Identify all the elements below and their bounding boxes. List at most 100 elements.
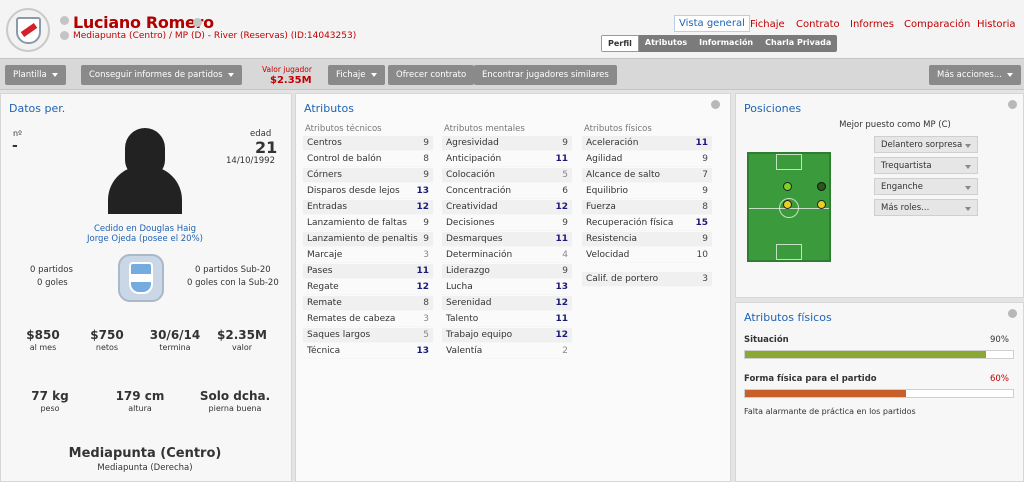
match-practice-note: Falta alarmante de práctica en los parti…: [744, 407, 916, 416]
attribute-row[interactable]: Recuperación física 15: [582, 216, 712, 231]
attribute-row[interactable]: Técnica 13: [303, 344, 433, 359]
preferred-foot-label: pierna buena: [208, 404, 262, 413]
attribute-row[interactable]: Remates de cabeza 3: [303, 312, 433, 327]
attribute-row[interactable]: Regate 12: [303, 280, 433, 295]
attribute-name: Resistencia: [586, 234, 637, 244]
attribute-row[interactable]: Córners 9: [303, 168, 433, 183]
status-dot-icon: [60, 16, 69, 25]
wage-label: al mes: [29, 343, 57, 352]
attribute-value: 3: [423, 250, 429, 260]
attribute-row[interactable]: Creatividad 12: [442, 200, 572, 215]
attribute-row[interactable]: Remate 8: [303, 296, 433, 311]
attribute-row[interactable]: Agilidad 9: [582, 152, 712, 167]
attribute-value: 9: [423, 170, 429, 180]
tecnicos-heading: Atributos técnicos: [305, 124, 382, 134]
role-label: Delantero sorpresa: [881, 140, 963, 150]
attribute-value: 4: [562, 250, 568, 260]
plantilla-label: Plantilla: [13, 70, 47, 80]
attribute-name: Alcance de salto: [586, 170, 661, 180]
attribute-row[interactable]: Decisiones 9: [442, 216, 572, 231]
attribute-row[interactable]: Determinación 4: [442, 248, 572, 263]
attribute-row[interactable]: Lucha 13: [442, 280, 572, 295]
attribute-value: 11: [555, 314, 568, 324]
subtab-informacion[interactable]: Información: [693, 35, 759, 52]
subtab-atributos[interactable]: Atributos: [639, 35, 693, 52]
attribute-name: Calif. de portero: [586, 274, 659, 284]
contract-end-value: 30/6/14: [149, 328, 201, 342]
subtab-perfil[interactable]: Perfil: [601, 35, 639, 52]
attribute-row[interactable]: Aceleración 11: [582, 136, 712, 151]
fichaje-button[interactable]: Fichaje: [328, 65, 385, 85]
attribute-row[interactable]: Resistencia 9: [582, 232, 712, 247]
ofrecer-contrato-button[interactable]: Ofrecer contrato: [388, 65, 475, 85]
attribute-row[interactable]: Equilibrio 9: [582, 184, 712, 199]
attribute-value: 8: [423, 154, 429, 164]
attribute-value: 9: [562, 138, 568, 148]
mas-acciones-label: Más acciones...: [937, 70, 1002, 80]
contract-end-label: termina: [159, 343, 191, 352]
tab-vista-general[interactable]: Vista general: [674, 15, 750, 32]
role-label: Trequartista: [881, 161, 932, 171]
attribute-row[interactable]: Agresividad 9: [442, 136, 572, 151]
role-enganche[interactable]: Enganche: [874, 178, 978, 195]
mas-acciones-button[interactable]: Más acciones...: [929, 65, 1021, 85]
attribute-name: Serenidad: [446, 298, 492, 308]
conseguir-informes-button[interactable]: Conseguir informes de partidos: [81, 65, 242, 85]
role-trequartista[interactable]: Trequartista: [874, 157, 978, 174]
role-delantero-sorpresa[interactable]: Delantero sorpresa: [874, 136, 978, 153]
attribute-row[interactable]: Entradas 12: [303, 200, 433, 215]
attribute-row[interactable]: Centros 9: [303, 136, 433, 151]
collapse-icon[interactable]: [711, 100, 720, 109]
forma-bar-fill: [745, 390, 906, 397]
attribute-row[interactable]: Marcaje 3: [303, 248, 433, 263]
attribute-row[interactable]: Lanzamiento de faltas 9: [303, 216, 433, 231]
player-subtitle: Mediapunta (Centro) / MP (D) - River (Re…: [73, 31, 357, 41]
attribute-row[interactable]: Concentración 6: [442, 184, 572, 199]
tab-fichaje[interactable]: Fichaje: [750, 19, 785, 30]
attribute-row[interactable]: Trabajo equipo 12: [442, 328, 572, 343]
encontrar-similares-button[interactable]: Encontrar jugadores similares: [474, 65, 617, 85]
fisicos-heading: Atributos físicos: [584, 124, 652, 134]
tab-contrato[interactable]: Contrato: [796, 19, 840, 30]
loan-club-link[interactable]: Cedido en Douglas Haig: [70, 224, 220, 234]
loan-owner-link[interactable]: Jorge Ojeda (posee el 20%): [60, 234, 230, 244]
player-value-label: valor: [231, 343, 253, 352]
attribute-row[interactable]: Liderazgo 9: [442, 264, 572, 279]
tab-historia[interactable]: Historia: [977, 19, 1016, 30]
attribute-row[interactable]: Anticipación 11: [442, 152, 572, 167]
attribute-row[interactable]: Fuerza 8: [582, 200, 712, 215]
role-label: Más roles...: [881, 203, 930, 213]
profile-subtabs: Perfil Atributos Información Charla Priv…: [601, 35, 838, 52]
collapse-icon[interactable]: [1008, 309, 1017, 318]
attribute-row[interactable]: Disparos desde lejos 13: [303, 184, 433, 199]
attribute-row[interactable]: Alcance de salto 7: [582, 168, 712, 183]
chevron-down-icon: [51, 72, 58, 77]
attribute-row[interactable]: Lanzamiento de penaltis 9: [303, 232, 433, 247]
favourite-icon[interactable]: [193, 18, 202, 27]
attribute-row[interactable]: Saques largos 5: [303, 328, 433, 343]
attribute-value: 12: [555, 330, 568, 340]
attribute-name: Remate: [307, 298, 342, 308]
tab-informes[interactable]: Informes: [850, 19, 894, 30]
collapse-icon[interactable]: [1008, 100, 1017, 109]
role-mas-roles[interactable]: Más roles...: [874, 199, 978, 216]
attribute-row[interactable]: Valentía 2: [442, 344, 572, 359]
attribute-row[interactable]: Desmarques 11: [442, 232, 572, 247]
net-wage-value: $750: [90, 328, 124, 342]
position-natural-dot: [783, 182, 792, 191]
goalkeeper-rating-row[interactable]: Calif. de portero 3: [582, 272, 712, 287]
attribute-row[interactable]: Talento 11: [442, 312, 572, 327]
attribute-row[interactable]: Serenidad 12: [442, 296, 572, 311]
plantilla-button[interactable]: Plantilla: [5, 65, 66, 85]
tab-comparacion[interactable]: Comparación: [904, 19, 970, 30]
attribute-value: 9: [702, 186, 708, 196]
attribute-row[interactable]: Colocación 5: [442, 168, 572, 183]
subtab-charla-privada[interactable]: Charla Privada: [759, 35, 837, 52]
chevron-down-icon: [965, 186, 971, 190]
attribute-row[interactable]: Pases 11: [303, 264, 433, 279]
chevron-down-icon: [965, 165, 971, 169]
attribute-name: Colocación: [446, 170, 495, 180]
attribute-row[interactable]: Velocidad 10: [582, 248, 712, 263]
attribute-name: Fuerza: [586, 202, 616, 212]
attribute-row[interactable]: Control de balón 8: [303, 152, 433, 167]
